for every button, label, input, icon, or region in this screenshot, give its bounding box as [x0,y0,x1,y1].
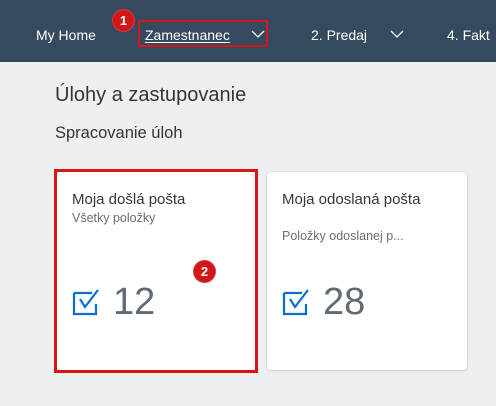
highlight-box-tile [54,169,258,373]
task-check-icon [282,289,309,316]
tile-outbox[interactable]: Moja odoslaná pošta Položky odoslanej p.… [267,172,467,370]
nav-fakturacia[interactable]: 4. Fakt [447,27,490,43]
tile-subtitle: Položky odoslanej p... [282,229,404,243]
nav-predaj[interactable]: 2. Predaj [311,27,367,43]
section-title: Spracovanie úloh [55,124,183,142]
highlight-box-nav [138,20,268,47]
page-title: Úlohy a zastupovanie [55,84,247,106]
nav-my-home[interactable]: My Home [36,27,96,43]
tile-title: Moja odoslaná pošta [282,191,421,208]
step-marker-2: 2 [193,260,216,283]
step-marker-1: 1 [112,9,135,32]
tile-kpi-value: 28 [323,281,366,323]
chevron-down-icon[interactable] [390,29,404,39]
